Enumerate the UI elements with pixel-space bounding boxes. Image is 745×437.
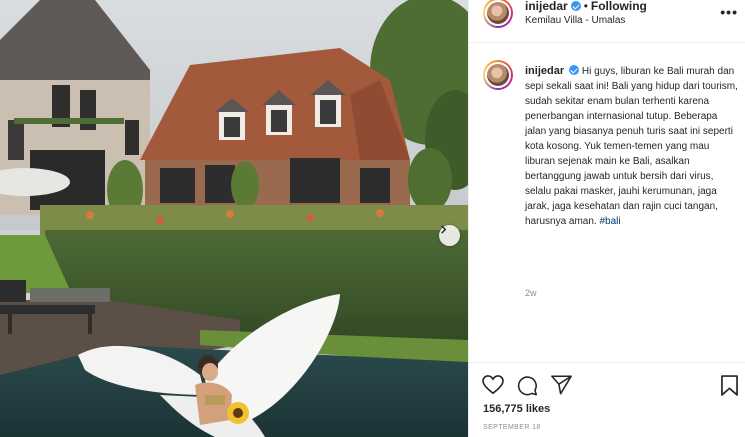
header-user-line: inijedar • Following	[525, 0, 647, 13]
more-options-icon[interactable]: •••	[720, 4, 738, 20]
heart-icon[interactable]	[482, 375, 504, 395]
paper-plane-icon[interactable]	[551, 375, 572, 395]
caption-time-ago[interactable]: 2w	[525, 288, 537, 298]
likes-count[interactable]: 156,775 likes	[483, 403, 550, 415]
post-header: inijedar • Following Kemilau Villa - Umala…	[469, 0, 745, 43]
bookmark-icon[interactable]	[721, 375, 738, 396]
location-link[interactable]: Kemilau Villa - Umalas	[525, 15, 625, 26]
verified-badge-icon	[570, 1, 581, 11]
comment-icon[interactable]	[517, 375, 538, 396]
dot-separator: •	[583, 0, 588, 13]
hashtag-link[interactable]: #bali	[600, 216, 621, 227]
chevron-right-icon	[441, 225, 447, 234]
action-bar: 156,775 likes SEPTEMBER 18	[469, 362, 745, 437]
caption-body: Hi guys, liburan ke Bali murah dan sepi …	[525, 66, 738, 227]
username-link[interactable]: inijedar	[525, 0, 568, 13]
verified-badge-icon	[569, 65, 580, 75]
following-button[interactable]: Following	[591, 0, 647, 13]
post-photo[interactable]	[0, 0, 468, 437]
caption-text: inijedar Hi guys, liburan ke Bali murah …	[525, 64, 739, 229]
avatar[interactable]	[483, 60, 513, 90]
next-photo-button[interactable]	[439, 225, 460, 246]
post-side-panel: inijedar • Following Kemilau Villa - Umala…	[468, 0, 745, 437]
villa-pool-photo	[0, 0, 468, 437]
post-date[interactable]: SEPTEMBER 18	[483, 424, 541, 431]
avatar[interactable]	[483, 0, 513, 28]
caption-username-link[interactable]: inijedar	[525, 65, 564, 77]
